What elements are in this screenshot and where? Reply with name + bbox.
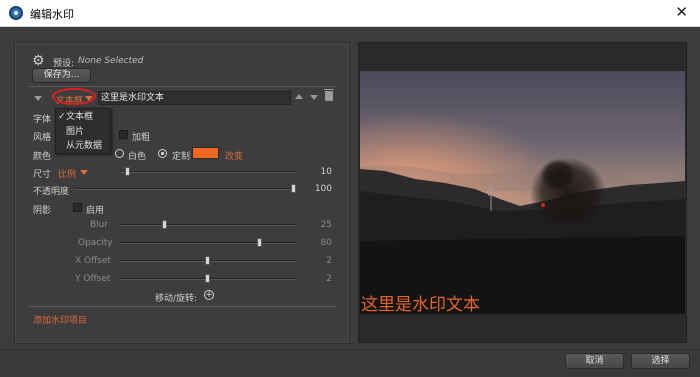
blur-slider-thumb[interactable] [162, 220, 167, 229]
move-rotate-icon[interactable]: + [204, 290, 214, 300]
dropdown-option-metadata[interactable]: 从元数据 [56, 139, 110, 153]
opacity-value: 100 [314, 184, 332, 194]
checkmark-icon: ✓ [58, 112, 66, 122]
move-rotate-label: 移动/旋转: [155, 294, 198, 304]
divider [29, 306, 337, 307]
item-type-dropdown: ✓ 文本框 图片 从元数据 [55, 108, 111, 154]
save-as-button[interactable]: 保存为... [32, 68, 91, 83]
app-icon [9, 6, 23, 20]
shadow-opacity-value: 80 [320, 238, 332, 248]
window-title: 编辑水印 [30, 8, 74, 21]
style-label: 风格 [33, 133, 52, 143]
size-slider[interactable] [120, 167, 297, 176]
shadow-opacity-slider-thumb[interactable] [256, 238, 262, 247]
shadow-opacity-slider[interactable] [119, 238, 297, 247]
shadow-label: 阴影 [33, 206, 52, 216]
divider [29, 86, 337, 87]
blur-value: 25 [320, 220, 332, 230]
white-label: 白色 [128, 152, 147, 162]
watermark-preview-text[interactable]: 这里是水印文本 [361, 290, 480, 315]
dropdown-option-image[interactable]: 图片 [56, 125, 110, 139]
cancel-button[interactable]: 取消 [565, 353, 624, 369]
size-mode-select[interactable]: 比例 [58, 167, 76, 180]
size-label: 尺寸 [33, 170, 52, 180]
x-offset-slider[interactable] [119, 256, 297, 265]
opacity-label: 不透明度 [33, 187, 70, 197]
dropdown-option-text[interactable]: ✓ 文本框 [56, 110, 110, 124]
opacity-slider-thumb[interactable] [291, 184, 296, 193]
shadow-enable-label: 启用 [86, 206, 105, 216]
bold-label: 加粗 [132, 133, 151, 143]
add-watermark-item-link[interactable]: 添加水印项目 [33, 313, 87, 326]
bold-checkbox[interactable] [119, 130, 128, 139]
title-bar: 编辑水印 ✕ [0, 0, 700, 27]
preview-image [360, 71, 685, 314]
shadow-enable-checkbox[interactable] [73, 203, 82, 212]
option-label: 从元数据 [66, 141, 103, 151]
opacity-slider[interactable] [75, 184, 297, 193]
collapse-triangle-icon[interactable] [34, 96, 42, 101]
y-offset-value: 2 [326, 274, 332, 284]
font-label: 字体 [33, 115, 52, 125]
ok-button[interactable]: 选择 [631, 353, 690, 369]
custom-color-swatch[interactable] [192, 147, 219, 159]
highlight-ellipse [52, 88, 96, 105]
y-offset-label: Y Offset [75, 274, 111, 284]
shadow-opacity-label: Opacity [78, 238, 113, 248]
y-offset-slider-thumb[interactable] [205, 274, 210, 283]
gear-icon[interactable]: ⚙ [32, 53, 45, 69]
x-offset-slider-thumb[interactable] [205, 256, 210, 265]
custom-radio[interactable] [158, 149, 167, 158]
color-label: 颜色 [33, 152, 52, 162]
option-label: 文本框 [66, 112, 94, 122]
move-down-icon[interactable] [310, 95, 318, 100]
landscape-photo [360, 71, 685, 314]
y-offset-slider[interactable] [119, 274, 297, 283]
blur-label: Blur [90, 220, 109, 230]
settings-panel: ⚙ 预设: None Selected 保存为... 文本框 这里是水印文本 字… [14, 42, 350, 344]
preset-value[interactable]: None Selected [78, 56, 143, 66]
change-color-link[interactable]: 改变 [225, 149, 243, 162]
close-icon[interactable]: ✕ [675, 4, 688, 21]
white-radio[interactable] [115, 149, 124, 158]
x-offset-value: 2 [326, 256, 332, 266]
watermark-text-input[interactable]: 这里是水印文本 [98, 91, 291, 105]
trash-icon[interactable] [324, 89, 334, 101]
size-slider-thumb[interactable] [125, 167, 131, 176]
blur-slider[interactable] [119, 220, 297, 229]
move-up-icon[interactable] [295, 94, 303, 99]
size-value: 10 [320, 167, 332, 177]
x-offset-label: X Offset [75, 256, 112, 266]
custom-label: 定制 [172, 152, 191, 162]
option-label: 图片 [66, 127, 85, 137]
chevron-down-icon[interactable] [80, 170, 88, 175]
